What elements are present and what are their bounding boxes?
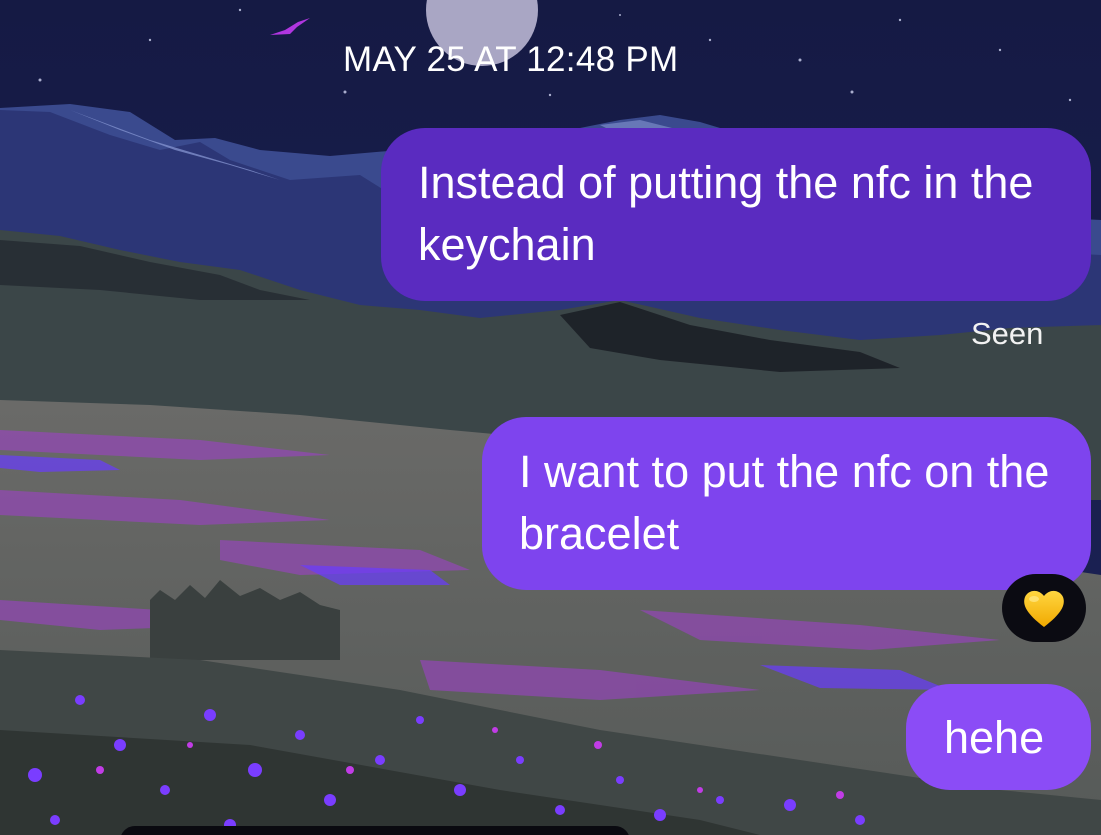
- message-bubble[interactable]: Instead of putting the nfc in the keycha…: [381, 128, 1091, 301]
- yellow-heart-icon: [1024, 590, 1064, 627]
- message-text: Instead of putting the nfc in the keycha…: [418, 157, 1034, 270]
- chat-screen: MAY 25 AT 12:48 PM Instead of putting th…: [0, 0, 1101, 835]
- message-input-bar[interactable]: [120, 826, 630, 835]
- reaction-badge[interactable]: [1002, 574, 1086, 642]
- message-bubble[interactable]: hehe: [906, 684, 1091, 790]
- seen-status: Seen: [971, 316, 1044, 351]
- message-bubble[interactable]: I want to put the nfc on the bracelet: [482, 417, 1091, 590]
- message-timestamp: MAY 25 AT 12:48 PM: [343, 40, 679, 79]
- message-text: hehe: [944, 712, 1045, 763]
- message-text: I want to put the nfc on the bracelet: [519, 446, 1050, 559]
